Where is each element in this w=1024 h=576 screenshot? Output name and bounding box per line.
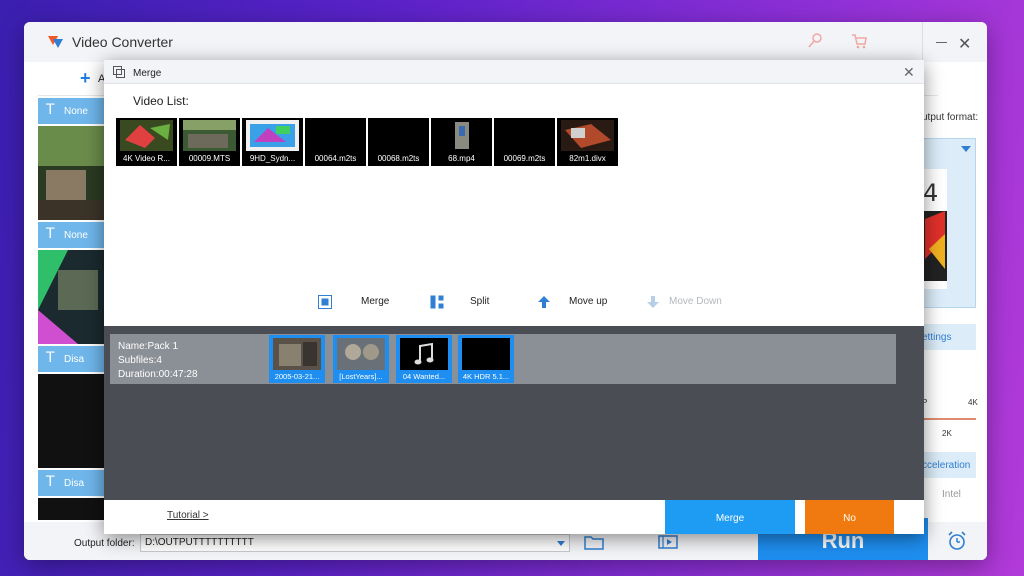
no-button[interactable]: No	[805, 500, 894, 534]
output-folder-dropdown-icon[interactable]	[557, 541, 565, 546]
settings-button[interactable]: ettings	[922, 324, 976, 350]
dialog-title: Merge	[133, 68, 162, 79]
split-action-button[interactable]: Split	[470, 296, 489, 307]
quality-slider[interactable]	[922, 418, 976, 420]
text-icon: T	[46, 474, 55, 490]
video-list-item[interactable]: 00064.m2ts	[305, 118, 366, 166]
merge-action-button[interactable]: Merge	[361, 296, 389, 307]
title-bar: Video Converter ✕	[24, 22, 987, 62]
subtitle-strip-3[interactable]: T Disa	[38, 346, 104, 372]
subtitle-strip-4[interactable]: T Disa	[38, 470, 104, 496]
strip-label: Disa	[64, 478, 85, 489]
merge-icon	[113, 66, 125, 78]
strip-label: Disa	[64, 354, 85, 365]
video-name: 82m1.divx	[569, 154, 606, 163]
pack-info: Name:Pack 1 Subfiles:4 Duration:00:47:28	[118, 340, 198, 382]
add-files-icon[interactable]: +	[80, 68, 91, 89]
video-name: 68.mp4	[448, 154, 475, 163]
move-up-icon[interactable]	[537, 295, 551, 309]
video-name: 9HD_Sydn...	[249, 154, 296, 163]
format-dropdown-icon[interactable]	[961, 146, 971, 152]
move-down-icon	[647, 296, 659, 308]
subtitle-strip-1[interactable]: T None	[38, 98, 104, 124]
pack-file-name: 4K HDR 5.1...	[462, 372, 510, 381]
pack-file-item[interactable]: 4K HDR 5.1...	[458, 335, 514, 383]
settings-label: ettings	[922, 332, 952, 343]
svg-text:4: 4	[923, 179, 938, 207]
video-list-item[interactable]: 68.mp4	[431, 118, 492, 166]
quality-tick-2k: 2K	[942, 429, 952, 438]
music-note-icon	[400, 338, 448, 370]
video-list-item[interactable]: 00068.m2ts	[368, 118, 429, 166]
folder-icon[interactable]	[584, 534, 604, 550]
key-icon[interactable]	[806, 32, 824, 50]
pack-duration: Duration:00:47:28	[118, 369, 198, 380]
pack-file-item[interactable]: 04 Wanted...	[396, 335, 452, 383]
cart-icon[interactable]	[850, 32, 868, 50]
video-name: 00009.MTS	[188, 154, 231, 163]
move-up-button[interactable]: Move up	[569, 296, 607, 307]
dialog-close-button[interactable]: ✕	[903, 64, 915, 81]
text-icon: T	[46, 350, 55, 366]
output-folder-label: Output folder:	[74, 538, 135, 549]
minimize-button[interactable]	[936, 42, 947, 43]
video-list-item[interactable]: 00069.m2ts	[494, 118, 555, 166]
video-thumbnail-2[interactable]	[38, 250, 104, 344]
merge-confirm-button[interactable]: Merge	[665, 500, 795, 534]
pack-file-item[interactable]: [LostYears]...	[333, 335, 389, 383]
app-title: Video Converter	[72, 34, 173, 50]
video-name: 00064.m2ts	[314, 154, 357, 163]
alarm-clock-icon[interactable]	[946, 530, 968, 552]
video-list-label: Video List:	[133, 94, 189, 108]
close-window-button[interactable]: ✕	[958, 34, 971, 54]
merge-action-icon[interactable]	[318, 295, 332, 309]
video-list-item[interactable]: 82m1.divx	[557, 118, 618, 166]
video-name: 00069.m2ts	[503, 154, 546, 163]
dialog-footer	[104, 500, 924, 534]
output-folder-input[interactable]: D:\OUTPUTTTTTTTTTT	[140, 534, 570, 552]
quality-tick-4k: 4K	[968, 398, 978, 407]
acceleration-label: cceleration	[922, 460, 971, 471]
pack-name: Name:Pack 1	[118, 341, 179, 352]
pack-file-name: 2005-03-21...	[274, 372, 320, 381]
merge-dialog: Merge ✕ Video List: 4K Video R... 00009.…	[104, 60, 924, 534]
app-logo-icon	[48, 36, 63, 48]
pack-file-name: [LostYears]...	[339, 372, 383, 381]
text-icon: T	[46, 226, 55, 242]
pack-subfiles: Subfiles:4	[118, 355, 162, 366]
video-name: 4K Video R...	[123, 154, 170, 163]
video-list-item[interactable]: 4K Video R...	[116, 118, 177, 166]
video-name: 00068.m2ts	[377, 154, 420, 163]
pack-file-name: 04 Wanted...	[402, 372, 446, 381]
hardware-acceleration-button[interactable]: cceleration	[922, 452, 976, 478]
video-thumbnail-4[interactable]	[38, 498, 104, 520]
strip-label: None	[64, 230, 88, 241]
dialog-title-bar: Merge ✕	[104, 60, 924, 84]
title-separator	[922, 22, 923, 62]
video-list-item[interactable]: 00009.MTS	[179, 118, 240, 166]
output-format-label: utput format:	[922, 112, 979, 123]
tutorial-link[interactable]: Tutorial >	[167, 510, 209, 521]
intel-option[interactable]: Intel	[942, 489, 961, 500]
video-folder-icon[interactable]	[658, 534, 678, 550]
move-down-button: Move Down	[669, 296, 722, 307]
text-icon: T	[46, 102, 55, 118]
strip-label: None	[64, 106, 88, 117]
subtitle-strip-2[interactable]: T None	[38, 222, 104, 248]
video-thumbnail-3[interactable]	[38, 374, 104, 468]
output-format-panel[interactable]: 4	[922, 138, 976, 308]
video-thumbnail-1[interactable]	[38, 126, 104, 220]
video-list-item[interactable]: 9HD_Sydn...	[242, 118, 303, 166]
pack-file-item[interactable]: 2005-03-21...	[269, 335, 325, 383]
split-action-icon[interactable]	[430, 295, 444, 309]
